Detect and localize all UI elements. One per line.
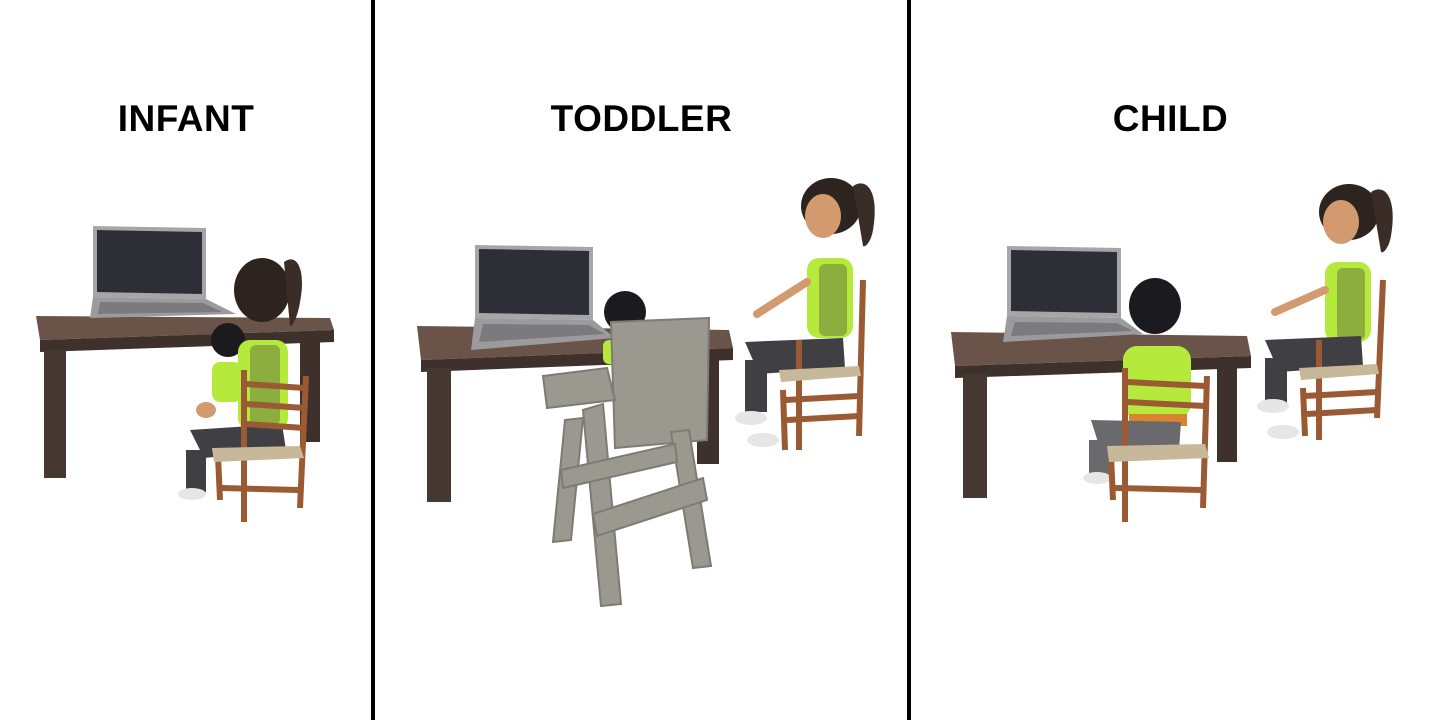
laptop <box>1003 246 1143 342</box>
chair-seat <box>1107 444 1209 462</box>
caregiver-avatar <box>1257 184 1393 439</box>
chair-seat <box>212 446 304 462</box>
panel-infant: INFANT <box>0 0 372 720</box>
laptop <box>90 226 236 318</box>
infant-scene <box>36 226 334 522</box>
toddler-scene <box>417 178 875 608</box>
panel-toddler: TODDLER <box>375 0 908 720</box>
panel-child: CHILD <box>911 0 1430 720</box>
age-condition-figure: INFANT TODDLER CHILD <box>0 0 1430 720</box>
caregiver-avatar <box>735 178 875 447</box>
laptop <box>471 245 615 350</box>
child-scene <box>951 184 1393 522</box>
